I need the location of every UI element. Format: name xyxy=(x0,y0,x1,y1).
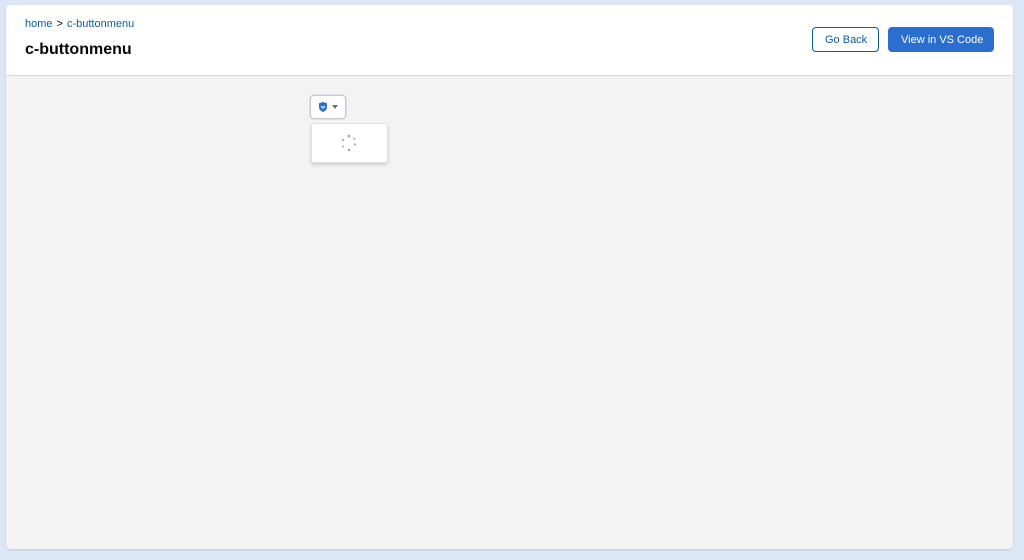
breadcrumb-home-link[interactable]: home xyxy=(25,18,53,30)
button-menu-trigger[interactable] xyxy=(310,95,346,119)
chevron-down-icon xyxy=(332,105,338,109)
app-frame: home > c-buttonmenu c-buttonmenu Go Back… xyxy=(6,5,1013,549)
go-back-button[interactable]: Go Back xyxy=(812,27,879,52)
loading-spinner-icon xyxy=(341,134,357,152)
page-header: home > c-buttonmenu c-buttonmenu Go Back… xyxy=(6,5,1013,76)
page-title: c-buttonmenu xyxy=(25,41,132,58)
breadcrumb-current-link[interactable]: c-buttonmenu xyxy=(67,18,134,30)
button-menu-dropdown xyxy=(311,123,388,163)
shield-icon xyxy=(319,102,327,112)
breadcrumb-separator: > xyxy=(56,18,63,30)
view-in-vscode-button[interactable]: View in VS Code xyxy=(888,27,994,52)
breadcrumb: home > c-buttonmenu xyxy=(25,18,134,30)
